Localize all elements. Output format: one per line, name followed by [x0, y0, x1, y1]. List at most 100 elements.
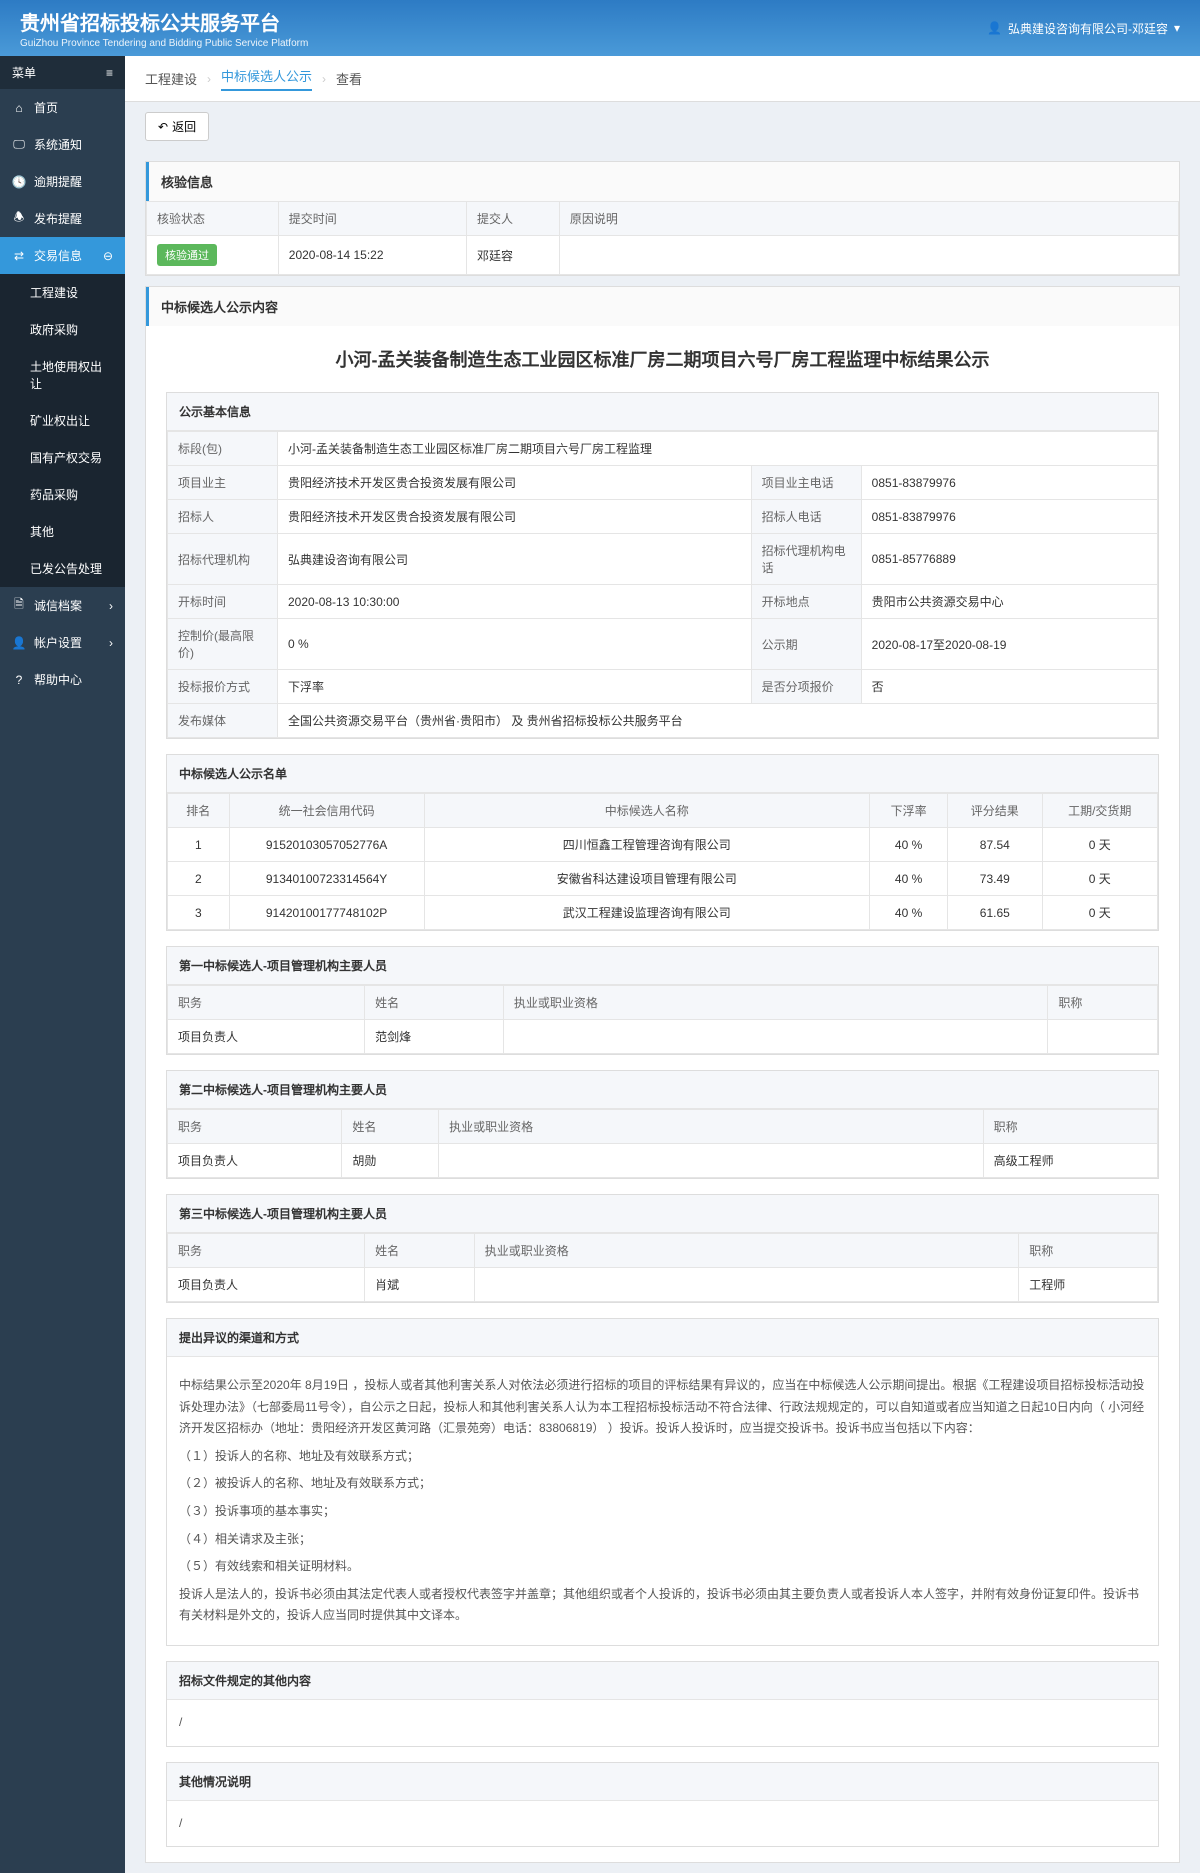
- field-value: 全国公共资源交易平台（贵州省·贵阳市） 及 贵州省招标投标公共服务平台: [278, 704, 1158, 738]
- field-label: 开标地点: [751, 585, 861, 619]
- chevron-right-icon: ›: [109, 599, 113, 613]
- cell-rank: 2: [168, 862, 230, 896]
- sidebar-item-account[interactable]: 👤 帐户设置 ›: [0, 624, 125, 661]
- cell-rate: 40 %: [870, 828, 948, 862]
- table-row: 控制价(最高限价)0 %公示期2020-08-17至2020-08-19: [168, 619, 1158, 670]
- site-subtitle: GuiZhou Province Tendering and Bidding P…: [20, 38, 987, 49]
- table-header: 提交人: [467, 202, 560, 236]
- table-row: 项目负责人胡勋高级工程师: [168, 1144, 1158, 1178]
- basic-info-panel: 公示基本信息 标段(包)小河-孟关装备制造生态工业园区标准厂房二期项目六号厂房工…: [166, 392, 1159, 739]
- verify-section: 核验信息 核验状态 提交时间 提交人 原因说明 核验通过 2020-08-14 …: [145, 161, 1180, 276]
- sidebar-label: 系统通知: [34, 136, 82, 153]
- back-button[interactable]: ↶ 返回: [145, 112, 209, 141]
- table-header: 评分结果: [948, 794, 1042, 828]
- submit-person: 邓廷容: [467, 236, 560, 275]
- other-info-panel: 其他情况说明 /: [166, 1762, 1159, 1848]
- breadcrumb: 工程建设 › 中标候选人公示 › 查看: [125, 56, 1200, 102]
- table-header: 提交时间: [278, 202, 466, 236]
- sidebar-item-help[interactable]: ? 帮助中心: [0, 661, 125, 698]
- sidebar-item-overdue[interactable]: 🕓 逾期提醒: [0, 163, 125, 200]
- basic-info-table: 标段(包)小河-孟关装备制造生态工业园区标准厂房二期项目六号厂房工程监理项目业主…: [167, 431, 1158, 738]
- personnel-table: 职务姓名执业或职业资格职称项目负责人肖斌工程师: [167, 1233, 1158, 1302]
- objection-content: 中标结果公示至2020年 8月19日 ，投标人或者其他利害关系人对依法必须进行招…: [167, 1357, 1158, 1645]
- submit-time: 2020-08-14 15:22: [278, 236, 466, 275]
- site-title: 贵州省招标投标公共服务平台: [20, 7, 987, 36]
- back-icon: ↶: [158, 120, 168, 134]
- sidebar-item-home[interactable]: ⌂ 首页: [0, 89, 125, 126]
- user-info[interactable]: 👤 弘典建设咨询有限公司-邓廷容 ▾: [987, 20, 1180, 37]
- field-value: 贵阳经济技术开发区贵合投资发展有限公司: [278, 500, 752, 534]
- home-icon: ⌂: [12, 101, 26, 115]
- field-value: 弘典建设咨询有限公司: [278, 534, 752, 585]
- field-value: 0 %: [278, 619, 752, 670]
- table-header: 下浮率: [870, 794, 948, 828]
- field-label: 投标报价方式: [168, 670, 278, 704]
- field-value: 0851-85776889: [861, 534, 1157, 585]
- table-header: 核验状态: [147, 202, 279, 236]
- cell-score: 87.54: [948, 828, 1042, 862]
- sidebar-sub-gov[interactable]: 政府采购: [0, 311, 125, 348]
- cell-name: 范剑烽: [365, 1020, 504, 1054]
- table-header: 姓名: [365, 1234, 475, 1268]
- sidebar-label: 帮助中心: [34, 671, 82, 688]
- personnel-title: 第一中标候选人-项目管理机构主要人员: [167, 947, 1158, 985]
- table-header: 原因说明: [559, 202, 1178, 236]
- personnel-title: 第二中标候选人-项目管理机构主要人员: [167, 1071, 1158, 1109]
- menu-toggle-icon[interactable]: ≡: [106, 66, 113, 80]
- chevron-down-icon: ⊖: [103, 249, 113, 263]
- table-row: 招标代理机构弘典建设咨询有限公司招标代理机构电话0851-85776889: [168, 534, 1158, 585]
- sidebar-label: 逾期提醒: [34, 173, 82, 190]
- sidebar-item-credit[interactable]: 🗎 诚信档案 ›: [0, 587, 125, 624]
- sidebar-item-publish[interactable]: 🕭 发布提醒: [0, 200, 125, 237]
- cell-name: 肖斌: [365, 1268, 475, 1302]
- user-icon: 👤: [12, 636, 26, 650]
- sidebar-item-notice[interactable]: 🖵 系统通知: [0, 126, 125, 163]
- personnel-table: 职务姓名执业或职业资格职称项目负责人范剑烽: [167, 985, 1158, 1054]
- sidebar-sub-construction[interactable]: 工程建设: [0, 274, 125, 311]
- sidebar-sub-mining[interactable]: 矿业权出让: [0, 402, 125, 439]
- sidebar-sub-land[interactable]: 土地使用权出让: [0, 348, 125, 402]
- user-name: 弘典建设咨询有限公司-邓廷容: [1008, 20, 1168, 37]
- verify-table: 核验状态 提交时间 提交人 原因说明 核验通过 2020-08-14 15:22…: [146, 201, 1179, 275]
- clock-icon: 🕓: [12, 175, 26, 189]
- field-label: 招标代理机构: [168, 534, 278, 585]
- table-row: 标段(包)小河-孟关装备制造生态工业园区标准厂房二期项目六号厂房工程监理: [168, 432, 1158, 466]
- personnel-title: 第三中标候选人-项目管理机构主要人员: [167, 1195, 1158, 1233]
- field-value: 2020-08-17至2020-08-19: [861, 619, 1157, 670]
- content-section: 中标候选人公示内容 小河-孟关装备制造生态工业园区标准厂房二期项目六号厂房工程监…: [145, 286, 1180, 1863]
- field-value: 0851-83879976: [861, 466, 1157, 500]
- cell-period: 0 天: [1042, 896, 1157, 930]
- table-header: 执业或职业资格: [503, 986, 1048, 1020]
- table-header: 职称: [1019, 1234, 1158, 1268]
- table-header: 职务: [168, 986, 365, 1020]
- page-title: 小河-孟关装备制造生态工业园区标准厂房二期项目六号厂房工程监理中标结果公示: [146, 326, 1179, 392]
- sidebar-sub-drug[interactable]: 药品采购: [0, 476, 125, 513]
- cell-rate: 40 %: [870, 896, 948, 930]
- sidebar-item-transaction[interactable]: ⇄ 交易信息 ⊖: [0, 237, 125, 274]
- sidebar-sub-state[interactable]: 国有产权交易: [0, 439, 125, 476]
- table-row: 投标报价方式下浮率是否分项报价否: [168, 670, 1158, 704]
- cell-period: 0 天: [1042, 862, 1157, 896]
- objection-panel: 提出异议的渠道和方式 中标结果公示至2020年 8月19日 ，投标人或者其他利害…: [166, 1318, 1159, 1646]
- table-row: 发布媒体全国公共资源交易平台（贵州省·贵阳市） 及 贵州省招标投标公共服务平台: [168, 704, 1158, 738]
- sidebar-sub-published[interactable]: 已发公告处理: [0, 550, 125, 587]
- table-row: 项目负责人范剑烽: [168, 1020, 1158, 1054]
- breadcrumb-item[interactable]: 工程建设: [145, 69, 197, 88]
- cell-period: 0 天: [1042, 828, 1157, 862]
- breadcrumb-item: 查看: [336, 69, 362, 88]
- cell-position: 项目负责人: [168, 1268, 365, 1302]
- sidebar-sub-other[interactable]: 其他: [0, 513, 125, 550]
- content: 工程建设 › 中标候选人公示 › 查看 ↶ 返回 核验信息 核验状态 提交时间 …: [125, 56, 1200, 1873]
- breadcrumb-item[interactable]: 中标候选人公示: [221, 66, 312, 91]
- cell-name: 武汉工程建设监理咨询有限公司: [424, 896, 870, 930]
- basic-info-title: 公示基本信息: [167, 393, 1158, 431]
- other-docs-title: 招标文件规定的其他内容: [167, 1662, 1158, 1700]
- personnel-panel: 第三中标候选人-项目管理机构主要人员职务姓名执业或职业资格职称项目负责人肖斌工程…: [166, 1194, 1159, 1303]
- sidebar-label: 帐户设置: [34, 634, 82, 651]
- other-info-title: 其他情况说明: [167, 1763, 1158, 1801]
- field-label: 是否分项报价: [751, 670, 861, 704]
- table-header: 执业或职业资格: [439, 1110, 984, 1144]
- status-badge: 核验通过: [157, 244, 217, 266]
- cell-rank: 1: [168, 828, 230, 862]
- other-docs-content: /: [167, 1700, 1158, 1746]
